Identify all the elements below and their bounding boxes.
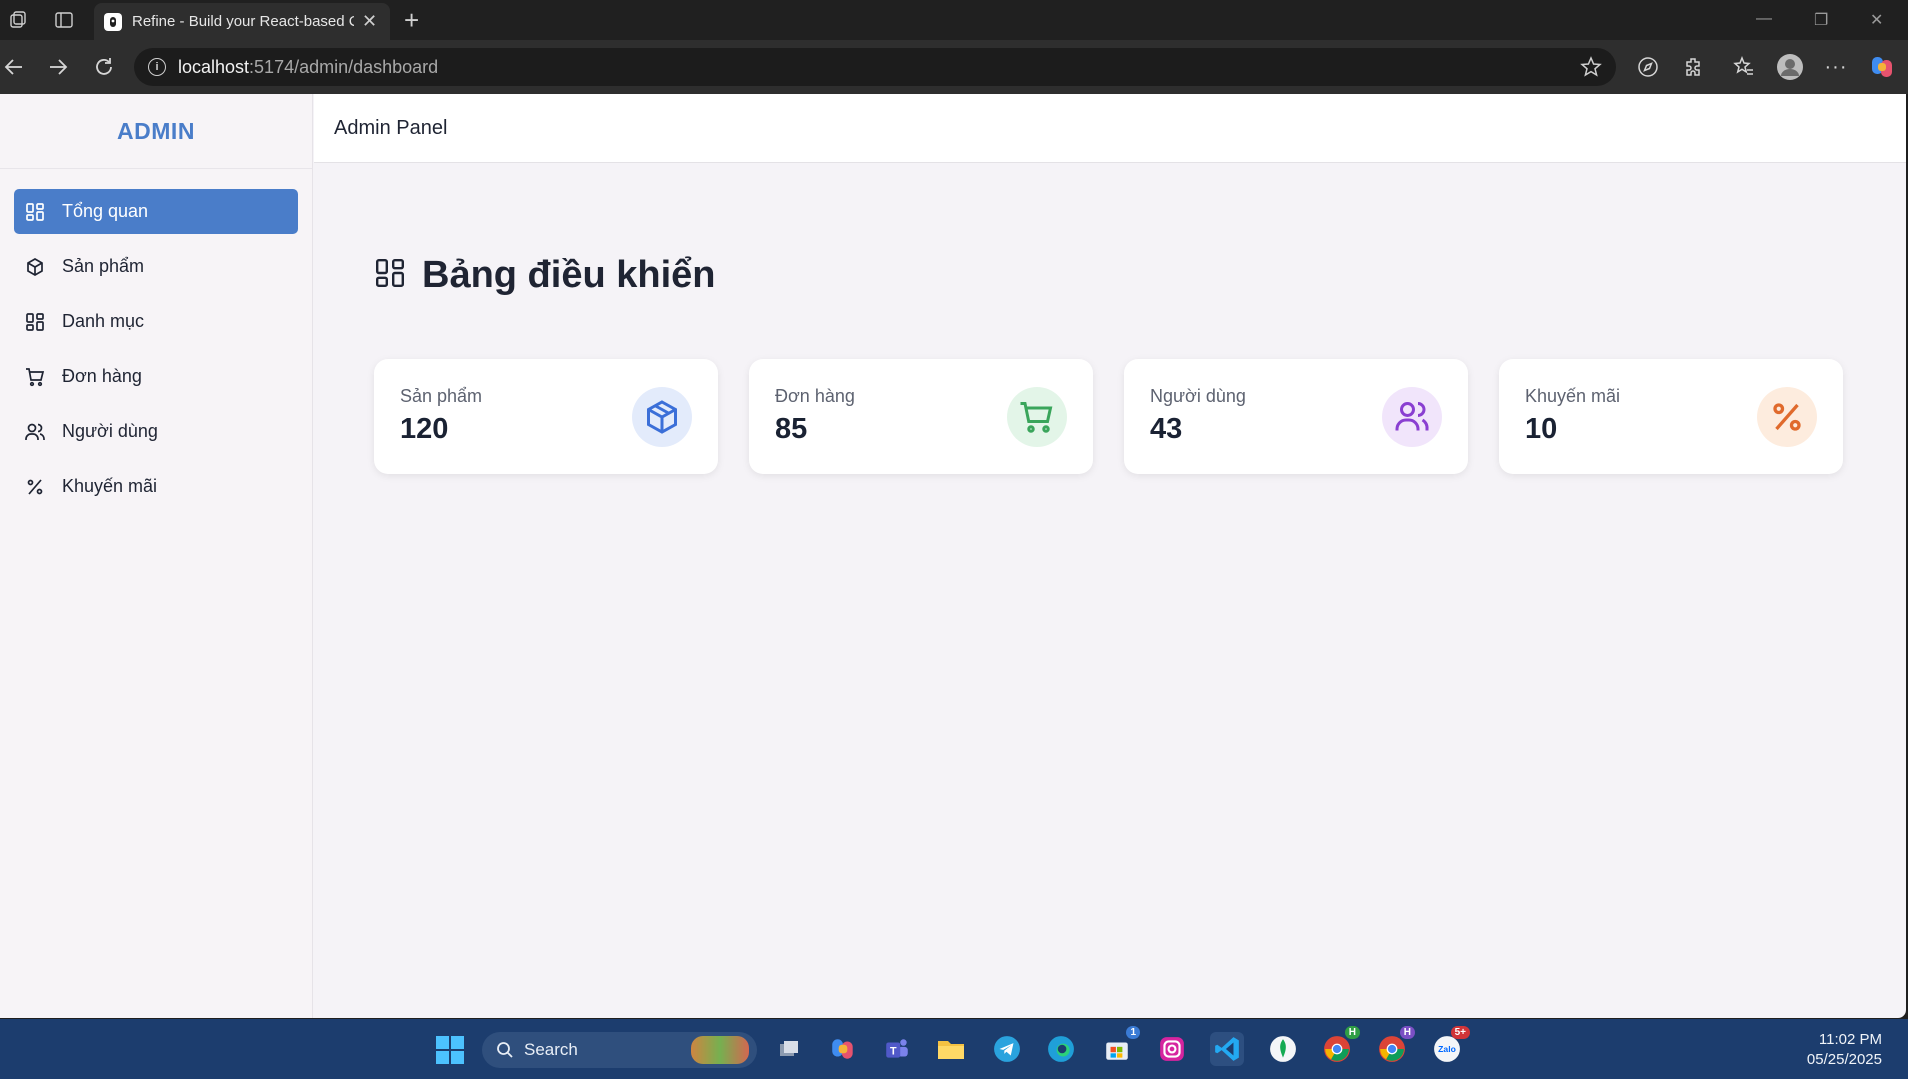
sidebar-item-nguoi-dung[interactable]: Người dùng xyxy=(14,409,298,454)
sidebar-item-label: Khuyến mãi xyxy=(62,476,158,496)
box-icon xyxy=(632,387,692,447)
percent-icon xyxy=(24,476,46,498)
copilot-icon[interactable] xyxy=(1868,53,1896,81)
windows-start-icon[interactable] xyxy=(436,1036,464,1064)
close-window-icon[interactable]: ✕ xyxy=(1870,10,1883,30)
refine-favicon-icon xyxy=(104,12,122,31)
clock-time: 11:02 PM xyxy=(1818,1031,1882,1048)
zalo-label: Zalo xyxy=(1438,1044,1456,1054)
chrome-profile-icon[interactable]: H xyxy=(1375,1026,1415,1066)
header-bar: Admin Panel xyxy=(314,94,1906,163)
grid-icon xyxy=(24,201,46,223)
favorites-icon[interactable] xyxy=(1730,53,1758,81)
stat-card-products[interactable]: Sản phẩm 120 xyxy=(374,359,718,474)
back-icon[interactable] xyxy=(2,55,26,79)
compass-icon[interactable] xyxy=(1634,53,1662,81)
favorite-star-icon[interactable] xyxy=(1580,56,1602,83)
stat-card-promotions[interactable]: Khuyến mãi 10 xyxy=(1499,359,1843,474)
teams-icon[interactable]: T xyxy=(880,1032,914,1066)
sidebar-item-label: Tổng quan xyxy=(62,201,149,221)
users-icon xyxy=(24,421,46,443)
stat-label: Người dùng xyxy=(1150,386,1246,406)
restore-icon[interactable]: ❐ xyxy=(1814,10,1828,30)
sidebar-item-danh-muc[interactable]: Danh mục xyxy=(14,299,298,344)
url-path: :5174/admin/dashboard xyxy=(249,56,439,77)
stat-value: 43 xyxy=(1150,413,1183,445)
stat-value: 120 xyxy=(400,413,449,445)
microsoft-store-icon[interactable]: 1 xyxy=(1100,1026,1140,1066)
stat-label: Sản phẩm xyxy=(400,386,483,406)
browser-toolbar: i localhost:5174/admin/dashboard ··· xyxy=(0,40,1908,94)
search-label: Search xyxy=(524,1040,578,1059)
address-bar[interactable]: i localhost:5174/admin/dashboard xyxy=(134,48,1616,86)
cart-icon xyxy=(1007,387,1067,447)
url-host: localhost xyxy=(178,56,250,77)
header-title: Admin Panel xyxy=(334,116,448,139)
extensions-icon[interactable] xyxy=(1680,53,1708,81)
clock-date: 05/25/2025 xyxy=(1806,1051,1882,1068)
stat-card-orders[interactable]: Đơn hàng 85 xyxy=(749,359,1093,474)
mongodb-compass-icon[interactable] xyxy=(1266,1032,1300,1066)
zalo-badge: 5+ xyxy=(1450,1026,1470,1039)
dashboard-grid-icon xyxy=(374,257,406,294)
forward-icon[interactable] xyxy=(46,55,70,79)
browser-tab[interactable]: Refine - Build your React-based C ✕ xyxy=(94,3,390,40)
search-highlight-image xyxy=(691,1036,749,1064)
stat-value: 10 xyxy=(1525,413,1558,445)
users-icon xyxy=(1382,387,1442,447)
instagram-icon[interactable] xyxy=(1155,1032,1189,1066)
copilot-app-icon[interactable] xyxy=(826,1032,860,1066)
system-clock[interactable]: 11:02 PM 05/25/2025 xyxy=(1807,1030,1882,1070)
tab-title: Refine - Build your React-based C xyxy=(132,13,354,30)
refresh-icon[interactable] xyxy=(92,55,116,79)
sidebar-menu: Tổng quan Sản phẩm Danh mục Đơn hàng Ngư… xyxy=(0,169,312,509)
main-content: Bảng điều khiển Sản phẩm 120 Đơn hàng 85… xyxy=(314,164,1906,1018)
vscode-icon[interactable] xyxy=(1210,1032,1244,1066)
edge-icon[interactable] xyxy=(1044,1032,1078,1066)
stat-value: 85 xyxy=(775,413,808,445)
browser-tabbar: Refine - Build your React-based C ✕ + — … xyxy=(0,0,1908,40)
sidebar-item-don-hang[interactable]: Đơn hàng xyxy=(14,354,298,399)
page-title: Bảng điều khiển xyxy=(422,254,716,296)
sidebar-item-san-pham[interactable]: Sản phẩm xyxy=(14,244,298,289)
sidebar-item-label: Sản phẩm xyxy=(62,256,145,276)
store-badge: 1 xyxy=(1126,1026,1140,1039)
chrome-profile-badge: H xyxy=(1399,1026,1415,1039)
grid-icon xyxy=(24,311,46,333)
percent-icon xyxy=(1757,387,1817,447)
cart-icon xyxy=(24,366,46,388)
admin-app: ADMIN Tổng quan Sản phẩm Danh mục Đơn hà… xyxy=(0,94,1906,1018)
zalo-icon[interactable]: Zalo 5+ xyxy=(1430,1026,1470,1066)
profile-avatar-icon[interactable] xyxy=(1776,53,1804,81)
telegram-icon[interactable] xyxy=(990,1032,1024,1066)
more-options-icon[interactable]: ··· xyxy=(1822,53,1850,81)
chrome-icon[interactable]: H xyxy=(1320,1026,1360,1066)
sidebar-item-khuyen-mai[interactable]: Khuyến mãi xyxy=(14,464,298,509)
search-icon xyxy=(497,1042,513,1058)
box-icon xyxy=(24,256,46,278)
stats-cards: Sản phẩm 120 Đơn hàng 85 Người dùng 43 K… xyxy=(374,359,1844,474)
new-tab-icon[interactable]: + xyxy=(404,6,419,34)
windows-taskbar: Search T 1 H H Zalo 5+ 11:02 PM 05/25/20… xyxy=(0,1019,1908,1079)
site-info-icon[interactable]: i xyxy=(148,58,166,76)
file-explorer-icon[interactable] xyxy=(934,1032,968,1066)
svg-text:T: T xyxy=(890,1045,897,1057)
workspaces-icon[interactable] xyxy=(6,8,30,32)
tab-actions-icon[interactable] xyxy=(52,8,76,32)
task-view-icon[interactable] xyxy=(772,1032,806,1066)
brand-logo[interactable]: ADMIN xyxy=(0,94,312,169)
stat-card-users[interactable]: Người dùng 43 xyxy=(1124,359,1468,474)
sidebar-item-tong-quan[interactable]: Tổng quan xyxy=(14,189,298,234)
sidebar-item-label: Người dùng xyxy=(62,421,158,441)
stat-label: Khuyến mãi xyxy=(1525,386,1621,406)
minimize-icon[interactable]: — xyxy=(1756,10,1772,28)
sidebar: ADMIN Tổng quan Sản phẩm Danh mục Đơn hà… xyxy=(0,94,313,1018)
tab-close-icon[interactable]: ✕ xyxy=(362,11,377,32)
chrome-profile-badge: H xyxy=(1344,1026,1360,1039)
sidebar-item-label: Danh mục xyxy=(62,311,145,331)
stat-label: Đơn hàng xyxy=(775,386,855,406)
sidebar-item-label: Đơn hàng xyxy=(62,366,142,386)
taskbar-search[interactable]: Search xyxy=(482,1032,757,1068)
page-header: Bảng điều khiển xyxy=(374,254,715,297)
